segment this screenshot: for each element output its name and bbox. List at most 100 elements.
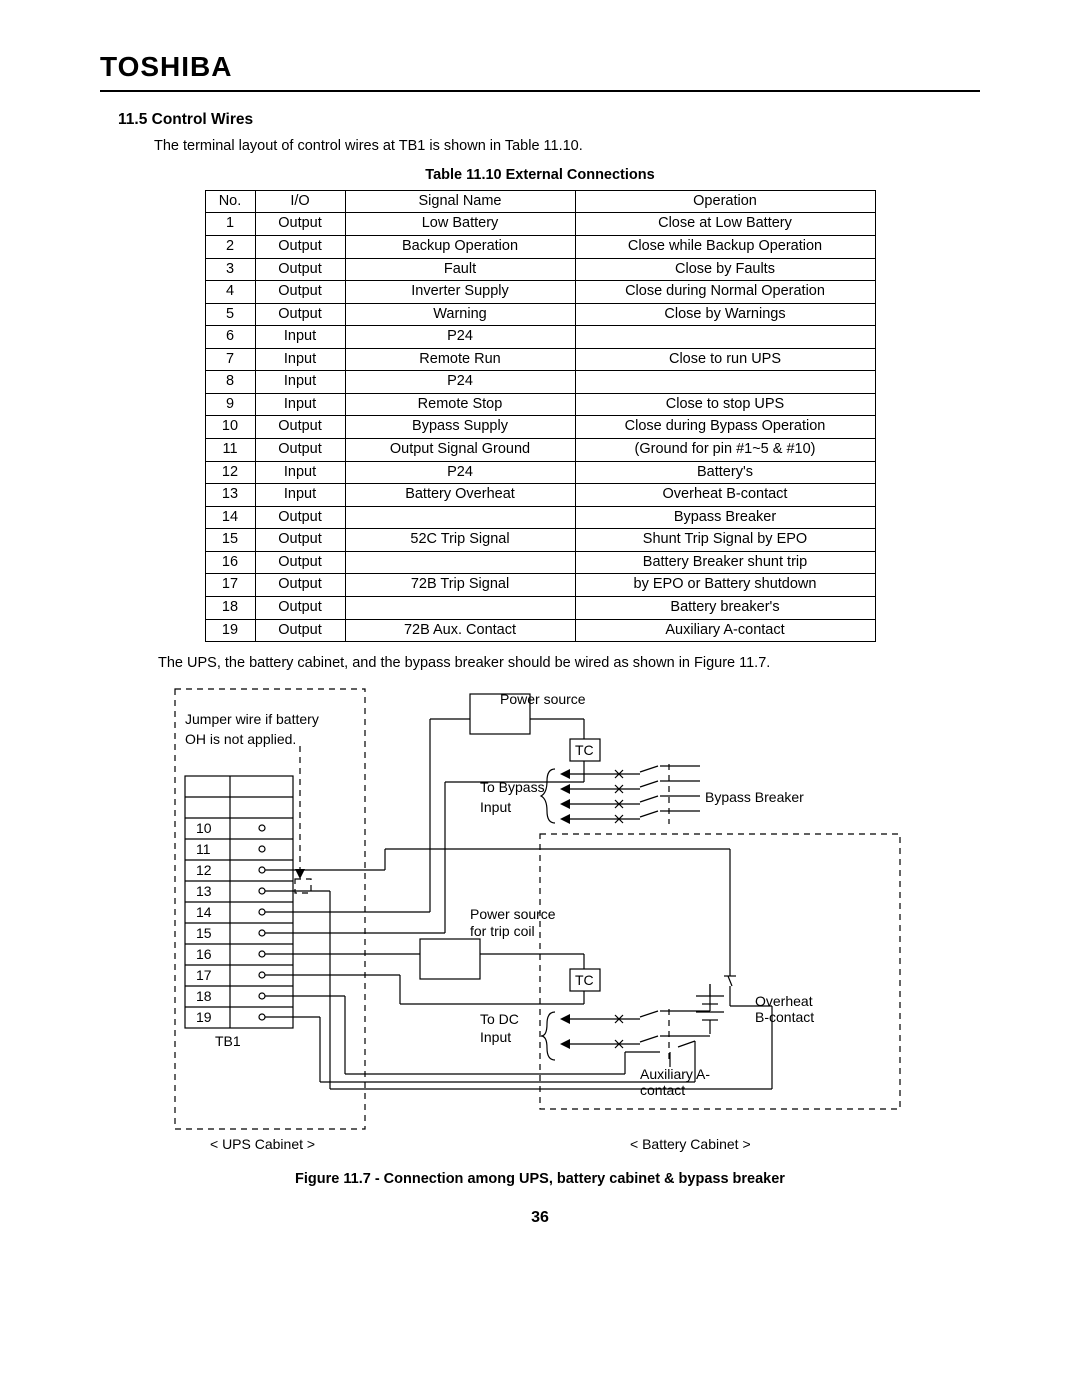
cell-io: Output	[255, 529, 345, 552]
cell-sig: Remote Stop	[345, 393, 575, 416]
cell-op: Close during Bypass Operation	[575, 416, 875, 439]
figure-caption: Figure 11.7 - Connection among UPS, batt…	[100, 1170, 980, 1190]
cell-sig: Inverter Supply	[345, 281, 575, 304]
tc-label-1: TC	[575, 742, 594, 758]
cell-op: Close to stop UPS	[575, 393, 875, 416]
cell-no: 16	[205, 551, 255, 574]
cell-io: Input	[255, 326, 345, 349]
cell-sig: P24	[345, 371, 575, 394]
cell-no: 5	[205, 303, 255, 326]
term-15: 15	[196, 925, 212, 941]
figure-intro-text: The UPS, the battery cabinet, and the by…	[158, 654, 922, 674]
hdr-sig: Signal Name	[345, 190, 575, 213]
cell-op: Overheat B-contact	[575, 484, 875, 507]
table-row: 12InputP24Battery's	[205, 461, 875, 484]
cell-sig: 72B Trip Signal	[345, 574, 575, 597]
cell-no: 10	[205, 416, 255, 439]
table-row: 19Output72B Aux. ContactAuxiliary A-cont…	[205, 619, 875, 642]
cell-no: 3	[205, 258, 255, 281]
term-10: 10	[196, 820, 212, 836]
cell-io: Output	[255, 619, 345, 642]
cell-no: 9	[205, 393, 255, 416]
term-19: 19	[196, 1009, 212, 1025]
cell-op: Close while Backup Operation	[575, 235, 875, 258]
aux-1: Auxiliary A-	[640, 1066, 710, 1082]
cell-no: 13	[205, 484, 255, 507]
cell-io: Input	[255, 348, 345, 371]
table-row: 4OutputInverter SupplyClose during Norma…	[205, 281, 875, 304]
cell-io: Input	[255, 461, 345, 484]
table-row: 2OutputBackup OperationClose while Backu…	[205, 235, 875, 258]
cell-io: Input	[255, 371, 345, 394]
table-row: 3OutputFaultClose by Faults	[205, 258, 875, 281]
cell-io: Output	[255, 258, 345, 281]
hdr-no: No.	[205, 190, 255, 213]
table-row: 16OutputBattery Breaker shunt trip	[205, 551, 875, 574]
connections-table: No.I/OSignal NameOperation1OutputLow Bat…	[205, 190, 876, 642]
cell-sig: Fault	[345, 258, 575, 281]
cell-no: 6	[205, 326, 255, 349]
table-row: 5OutputWarningClose by Warnings	[205, 303, 875, 326]
cell-io: Output	[255, 574, 345, 597]
cell-op: Battery's	[575, 461, 875, 484]
cell-sig: 72B Aux. Contact	[345, 619, 575, 642]
cell-op: Close by Warnings	[575, 303, 875, 326]
input-label-1: Input	[480, 799, 511, 815]
table-row: 18OutputBattery breaker's	[205, 596, 875, 619]
table-caption: Table 11.10 External Connections	[100, 166, 980, 186]
cell-io: Output	[255, 303, 345, 326]
hdr-io: I/O	[255, 190, 345, 213]
table-row: 10OutputBypass SupplyClose during Bypass…	[205, 416, 875, 439]
cell-io: Output	[255, 416, 345, 439]
trip-ps-1: Power source	[470, 906, 556, 922]
cell-sig	[345, 596, 575, 619]
cell-sig	[345, 551, 575, 574]
cell-op: (Ground for pin #1~5 & #10)	[575, 439, 875, 462]
cell-op: Close to run UPS	[575, 348, 875, 371]
cell-op	[575, 326, 875, 349]
cell-io: Output	[255, 551, 345, 574]
cell-no: 18	[205, 596, 255, 619]
table-row: 8InputP24	[205, 371, 875, 394]
cell-no: 7	[205, 348, 255, 371]
to-dc-label: To DC	[480, 1011, 519, 1027]
cell-io: Output	[255, 596, 345, 619]
table-row: 1OutputLow BatteryClose at Low Battery	[205, 213, 875, 236]
cell-op: Close at Low Battery	[575, 213, 875, 236]
cell-no: 15	[205, 529, 255, 552]
cell-op: Close by Faults	[575, 258, 875, 281]
table-row: 14OutputBypass Breaker	[205, 506, 875, 529]
table-row: 13InputBattery OverheatOverheat B-contac…	[205, 484, 875, 507]
cell-no: 4	[205, 281, 255, 304]
cell-sig: Low Battery	[345, 213, 575, 236]
cell-op: Shunt Trip Signal by EPO	[575, 529, 875, 552]
jumper-note-2: OH is not applied.	[185, 731, 296, 747]
cell-no: 12	[205, 461, 255, 484]
cell-sig: Warning	[345, 303, 575, 326]
cell-io: Output	[255, 213, 345, 236]
cell-io: Output	[255, 281, 345, 304]
term-11: 11	[196, 841, 211, 857]
cell-op: by EPO or Battery shutdown	[575, 574, 875, 597]
power-source-label: Power source	[500, 691, 586, 707]
cell-op: Close during Normal Operation	[575, 281, 875, 304]
to-bypass-label: To Bypass	[480, 779, 545, 795]
tc-label-2: TC	[575, 972, 594, 988]
cell-op: Auxiliary A-contact	[575, 619, 875, 642]
table-header-row: No.I/OSignal NameOperation	[205, 190, 875, 213]
cell-sig: Bypass Supply	[345, 416, 575, 439]
cell-no: 2	[205, 235, 255, 258]
bypass-breaker-label: Bypass Breaker	[705, 789, 804, 805]
cell-sig	[345, 506, 575, 529]
cell-sig: Backup Operation	[345, 235, 575, 258]
table-row: 17Output72B Trip Signalby EPO or Battery…	[205, 574, 875, 597]
cell-no: 8	[205, 371, 255, 394]
cell-sig: P24	[345, 461, 575, 484]
cell-sig: Remote Run	[345, 348, 575, 371]
cell-sig: P24	[345, 326, 575, 349]
brand-logo: TOSHIBA	[100, 48, 980, 92]
cell-no: 17	[205, 574, 255, 597]
trip-ps-2: for trip coil	[470, 923, 535, 939]
tb1-label: TB1	[215, 1033, 241, 1049]
term-17: 17	[196, 967, 212, 983]
